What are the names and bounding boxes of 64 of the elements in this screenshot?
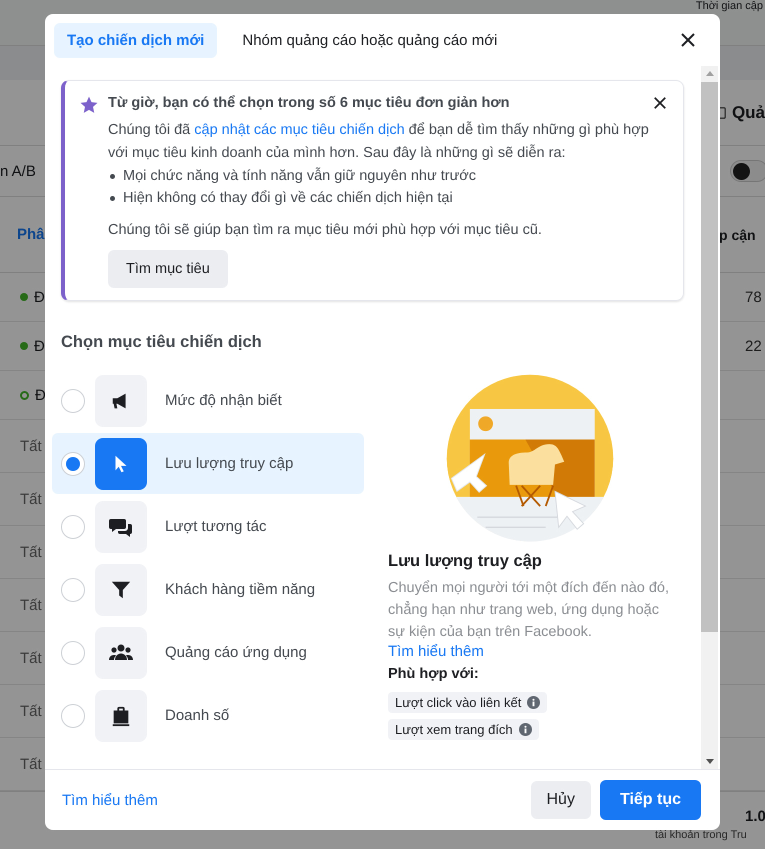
scroll-down-icon[interactable] (704, 757, 714, 765)
info-icon[interactable] (518, 723, 532, 736)
radio-button[interactable] (61, 452, 85, 476)
close-icon[interactable] (653, 96, 667, 110)
toggle-switch[interactable] (730, 160, 765, 182)
status-text: Tất (20, 650, 42, 666)
radio-button[interactable] (61, 640, 85, 664)
status-text: Tất (20, 596, 42, 614)
bullet-text: Hiện không có thay đổi gì về các chiến dịch hiện tại (123, 189, 453, 208)
ab-test-label: n A/B (0, 162, 36, 180)
bullet-icon (110, 196, 115, 200)
objective-option[interactable]: Lượt tương tác (52, 496, 364, 557)
close-icon[interactable] (680, 32, 696, 48)
radio-button[interactable] (61, 704, 85, 728)
status-text: Đ (34, 288, 45, 306)
date-range-label: Thời gian cập (696, 0, 763, 13)
scroll-up-icon[interactable] (704, 70, 714, 78)
notice-text: Chúng tôi đã cập nhật các mục tiêu chiến dịch để bạn dễ tìm thấy những gì phù hợp với mục tiêu kinh doanh của mình hơn. Sau đây là những gì sẽ diễn ra: (108, 120, 650, 163)
radio-button[interactable] (61, 388, 85, 412)
objectives-link[interactable]: cập nhật các mục tiêu chiến dịch (194, 122, 405, 138)
bullet-icon (110, 174, 115, 178)
table-cell-text: 22 (745, 338, 763, 354)
learn-more-link[interactable]: Tìm hiểu thêm (388, 643, 484, 660)
total-value: 1.0 (745, 808, 765, 825)
total-note: tài khoản trong Tru (655, 829, 748, 842)
learn-more-link[interactable]: Tìm hiểu thêm (62, 792, 158, 808)
notice-text: Chúng tôi sẽ giúp bạn tìm ra mục tiêu mới phù hợp với mục tiêu cũ. (108, 221, 543, 240)
find-objective-button[interactable]: Tìm mục tiêu (108, 250, 228, 288)
objective-option[interactable]: Doanh số (52, 685, 364, 746)
objective-title: Lưu lượng truy cập (388, 552, 542, 571)
shopping-bag-icon (110, 704, 132, 726)
radio-button[interactable] (61, 514, 85, 538)
status-dot (20, 342, 28, 350)
continue-button[interactable]: Tiếp tục (600, 780, 701, 820)
status-text: Đ (34, 338, 45, 354)
status-text: Đ (35, 386, 46, 404)
column-header[interactable]: p cận (719, 226, 765, 242)
status-text: Tất (20, 438, 42, 454)
people-icon (109, 642, 133, 662)
status-text: Tất (20, 490, 42, 508)
objective-description: Chuyển mọi người tới một đích đến nào đó, chẳng hạn như trang web, ứng dụng hoặc sự kiện của bạn trên Facebook. (388, 579, 670, 642)
status-text: Tất (20, 702, 42, 720)
status-text: Tất (20, 544, 42, 560)
dialog-tab[interactable]: Nhóm quảng cáo hoặc quảng cáo mới (229, 22, 510, 58)
info-icon[interactable] (527, 696, 540, 709)
scrollbar[interactable] (701, 66, 718, 769)
star-icon (79, 95, 99, 115)
objective-option[interactable]: Lưu lượng truy cập (52, 433, 364, 494)
objective-option[interactable]: Khách hàng tiềm năng (52, 559, 364, 620)
dialog-tab[interactable]: Tạo chiến dịch mới (54, 22, 218, 58)
radio-button[interactable] (61, 578, 85, 602)
status-text: Tất (20, 756, 42, 772)
result-tag: Lượt xem trang đích (388, 719, 539, 740)
table-cell-text: 78 (745, 288, 763, 306)
objective-option[interactable]: Mức độ nhận biết (52, 370, 364, 431)
section-title: Chọn mục tiêu chiến dịch (61, 333, 263, 352)
bullet-text: Mọi chức năng và tính năng vẫn giữ nguyên như trước (123, 166, 476, 186)
status-dot (20, 293, 28, 301)
result-tag: Lượt click vào liên kết (388, 692, 548, 713)
status-ring (20, 390, 29, 400)
fits-label: Phù hợp với: (388, 666, 479, 682)
cancel-button[interactable]: Hủy (530, 781, 591, 819)
objective-option[interactable]: Quảng cáo ứng dụng (52, 622, 364, 683)
notice-title: Từ giờ, bạn có thể chọn trong số 6 mục tiêu đơn giản hơn (108, 95, 510, 111)
